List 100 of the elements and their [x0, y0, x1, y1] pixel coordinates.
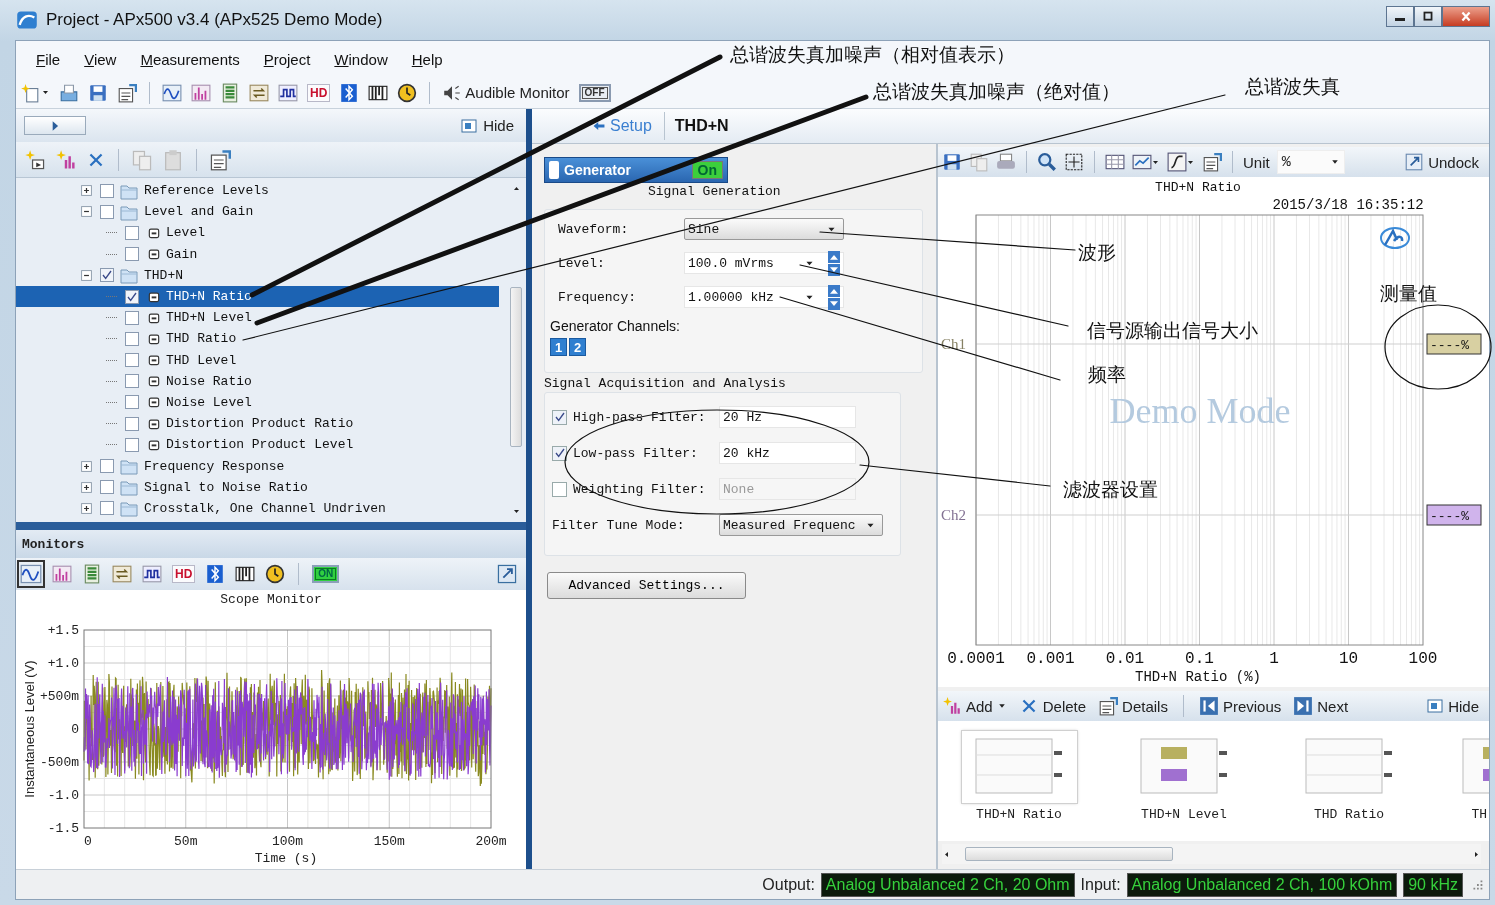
- checkbox[interactable]: [125, 289, 139, 304]
- next-button[interactable]: Next: [1293, 696, 1349, 716]
- channel-button[interactable]: 1: [550, 338, 567, 356]
- monitor-switch[interactable]: ON: [312, 565, 340, 583]
- tree-item[interactable]: Level and Gain: [16, 201, 499, 223]
- channel-button[interactable]: 2: [569, 338, 586, 356]
- pulse-icon[interactable]: [142, 564, 162, 584]
- table-icon[interactable]: [1105, 152, 1125, 172]
- clock-icon[interactable]: [265, 564, 286, 584]
- checkbox[interactable]: [100, 501, 114, 516]
- back-link[interactable]: Setup: [532, 112, 665, 140]
- value-field[interactable]: 1.00000 kHz: [684, 286, 844, 308]
- menu-item[interactable]: View: [72, 47, 129, 71]
- new-project-icon[interactable]: [20, 82, 40, 103]
- unit-dropdown[interactable]: %: [1276, 150, 1345, 174]
- audible-monitor-button[interactable]: Audible Monitor: [442, 82, 570, 103]
- hide-button[interactable]: Hide: [1426, 697, 1479, 715]
- graph-thumbnail[interactable]: [961, 731, 1077, 803]
- checkbox[interactable]: [552, 481, 567, 497]
- tree-item[interactable]: THD+N Level: [16, 307, 499, 329]
- thumbnail-label[interactable]: TH: [1471, 807, 1489, 822]
- tree-item[interactable]: THD+N: [16, 264, 499, 286]
- menu-item[interactable]: Measurements: [128, 47, 252, 71]
- scroll-arrow-icon[interactable]: [942, 849, 951, 859]
- checkbox[interactable]: [552, 409, 567, 425]
- minimize-button[interactable]: [1386, 6, 1414, 27]
- tree-item[interactable]: Distortion Product Ratio: [16, 413, 499, 435]
- checkbox[interactable]: [125, 225, 139, 240]
- bluetooth-icon[interactable]: [339, 82, 360, 103]
- add-button[interactable]: Add: [942, 696, 1007, 716]
- expand-icon[interactable]: [81, 460, 92, 472]
- exchange-icon[interactable]: [112, 564, 132, 584]
- details-button[interactable]: Details: [1098, 696, 1168, 716]
- checkbox[interactable]: [552, 445, 567, 461]
- undock-button[interactable]: Undock: [1404, 152, 1479, 172]
- print-icon[interactable]: [996, 152, 1016, 172]
- bar-pattern-icon[interactable]: [235, 564, 256, 584]
- zoom-icon[interactable]: [1037, 152, 1057, 172]
- tree-item[interactable]: Signal to Noise Ratio: [16, 476, 499, 498]
- menu-item[interactable]: Window: [322, 47, 400, 71]
- spectrum-icon[interactable]: [191, 82, 211, 103]
- tree-item[interactable]: Gain: [16, 243, 499, 265]
- open-icon[interactable]: [59, 82, 79, 103]
- checkbox[interactable]: [125, 416, 139, 431]
- meter-icon[interactable]: [220, 82, 240, 103]
- fit-icon[interactable]: [1064, 152, 1084, 172]
- dropdown[interactable]: Measured Frequenc: [719, 514, 883, 536]
- caret-icon[interactable]: [41, 88, 50, 97]
- checkbox[interactable]: [100, 268, 114, 283]
- filter-field[interactable]: 20 kHz: [719, 442, 856, 464]
- hide-button[interactable]: Hide: [460, 116, 514, 135]
- scroll-arrow-icon[interactable]: [511, 507, 521, 516]
- waveform-icon[interactable]: [20, 563, 42, 585]
- scroll-arrow-icon[interactable]: [1472, 849, 1481, 859]
- tree-item[interactable]: Frequency Response: [16, 455, 499, 477]
- close-button[interactable]: [1442, 6, 1490, 27]
- checkbox[interactable]: [125, 331, 139, 346]
- checkbox[interactable]: [100, 459, 114, 474]
- tree-item[interactable]: THD Ratio: [16, 328, 499, 350]
- waveform-icon[interactable]: [162, 82, 182, 103]
- hd-button[interactable]: HD: [172, 565, 196, 583]
- thumbnail-label[interactable]: THD+N Level: [1141, 807, 1227, 822]
- save-icon[interactable]: [942, 152, 962, 172]
- value-field[interactable]: 100.0 mVrms: [684, 252, 844, 274]
- expand-icon[interactable]: [81, 502, 92, 514]
- delete-button[interactable]: Delete: [1018, 696, 1087, 716]
- copy-icon[interactable]: [969, 152, 989, 172]
- checkbox[interactable]: [125, 310, 139, 325]
- pulse-icon[interactable]: [278, 82, 298, 103]
- meter-icon[interactable]: [82, 564, 102, 584]
- menu-item[interactable]: Project: [251, 47, 323, 71]
- checkbox[interactable]: [100, 183, 114, 198]
- tree-item[interactable]: Noise Ratio: [16, 370, 499, 392]
- monitor-switch[interactable]: OFF: [578, 83, 611, 102]
- chart-icon[interactable]: [1132, 152, 1152, 172]
- thumbnail-label[interactable]: THD+N Ratio: [976, 807, 1062, 822]
- checkbox[interactable]: [125, 437, 139, 452]
- previous-button[interactable]: Previous: [1198, 696, 1282, 716]
- tree-item[interactable]: THD+N Ratio: [16, 285, 499, 308]
- menu-item[interactable]: File: [24, 47, 73, 71]
- tree-item[interactable]: THD Level: [16, 349, 499, 371]
- thumbnail-label[interactable]: THD Ratio: [1313, 807, 1385, 822]
- checkbox[interactable]: [125, 353, 139, 368]
- menu-item[interactable]: Help: [399, 47, 455, 71]
- properties-icon[interactable]: [117, 82, 137, 103]
- maximize-button[interactable]: [1414, 6, 1442, 27]
- tree-item[interactable]: Noise Level: [16, 391, 499, 414]
- advanced-settings-button[interactable]: Advanced Settings...: [547, 572, 746, 599]
- properties-icon[interactable]: [209, 148, 231, 171]
- scrollbar[interactable]: [942, 844, 1481, 864]
- properties-icon[interactable]: [1202, 152, 1222, 172]
- generator-button[interactable]: Generator On: [544, 157, 728, 183]
- expand-icon[interactable]: [81, 185, 92, 197]
- tree-item[interactable]: Distortion Product Level: [16, 434, 499, 456]
- exchange-icon[interactable]: [249, 82, 269, 103]
- tree-item[interactable]: Level: [16, 222, 499, 244]
- checkbox[interactable]: [125, 374, 139, 389]
- scroll-arrow-icon[interactable]: [511, 184, 521, 193]
- collapse-icon[interactable]: [81, 269, 92, 281]
- dropdown[interactable]: Sine: [684, 218, 844, 240]
